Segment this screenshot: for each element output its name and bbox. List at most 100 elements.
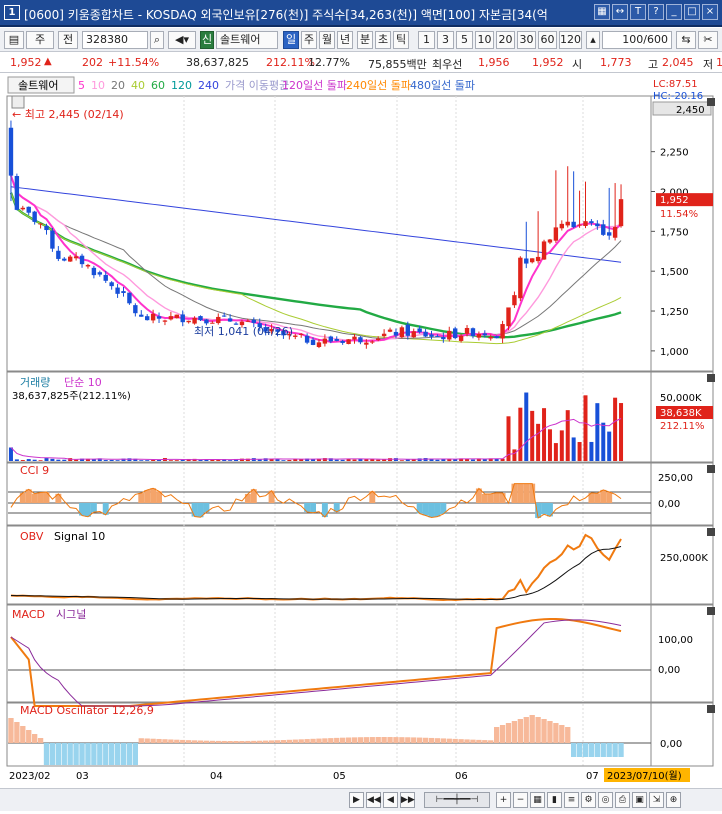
volume-bar <box>109 459 114 461</box>
period-tick[interactable]: 틱 <box>393 31 409 49</box>
interval-20[interactable]: 20 <box>496 31 515 49</box>
order-icon[interactable]: ◎ <box>598 792 613 808</box>
legend-ma-item: 480일선 돌파 <box>410 78 475 92</box>
candle-body <box>441 337 446 340</box>
legend-ma-item: 120일선 돌파 <box>282 78 347 92</box>
current-price: 1,952 <box>10 56 42 69</box>
volume-bar <box>607 431 612 461</box>
high-label: 고 <box>648 58 659 71</box>
link-icon[interactable]: ↔ <box>612 4 628 20</box>
settings-icon[interactable]: ⚙ <box>581 792 596 808</box>
volume-bar <box>340 459 345 461</box>
candle-body <box>97 272 103 275</box>
search-icon[interactable]: ⌕ <box>150 31 164 49</box>
volume-bar <box>38 460 43 461</box>
prev-button[interactable]: 전 <box>58 31 78 49</box>
interval-10[interactable]: 10 <box>475 31 494 49</box>
grid-icon <box>11 95 25 109</box>
lock-icon[interactable]: ⊕ <box>666 792 681 808</box>
best-label: 최우선 <box>432 58 463 71</box>
bars-icon[interactable]: ▮ <box>547 792 562 808</box>
pin-icon[interactable]: T <box>630 4 646 20</box>
compare-icon[interactable]: ≡ <box>564 792 579 808</box>
period-second[interactable]: 초 <box>375 31 391 49</box>
volume-bar <box>198 459 203 461</box>
count-input[interactable]: 100/600 <box>602 31 672 49</box>
volume-bar <box>565 410 570 461</box>
stock-code-input[interactable]: 328380 <box>82 31 148 49</box>
price-tick-label: 2,250 <box>660 148 689 159</box>
grid-toggle-icon[interactable]: ▦ <box>530 792 545 808</box>
zoom-in-icon[interactable]: + <box>496 792 511 808</box>
x-axis-label: 2023/02 <box>9 771 51 782</box>
candle-body <box>482 333 488 336</box>
save-icon[interactable]: ▣ <box>632 792 647 808</box>
play-icon[interactable]: ▶ <box>349 792 364 808</box>
zoom-out-icon[interactable]: − <box>513 792 528 808</box>
interval-60[interactable]: 60 <box>538 31 557 49</box>
vol-cur-pct: 212.11% <box>660 421 705 432</box>
candle-body <box>411 331 416 338</box>
interval-30[interactable]: 30 <box>517 31 536 49</box>
chart-svg[interactable]: LC:87.51HC:-20.162,4502,2502,0001,7501,5… <box>0 74 722 811</box>
close-icon[interactable]: × <box>702 4 718 20</box>
vol-title: 거래량 <box>20 376 50 389</box>
type-select[interactable]: 주 <box>26 31 54 49</box>
price-axis-hc: HC:-20.16 <box>653 91 703 102</box>
candle-body <box>115 287 120 294</box>
grid-icon[interactable]: ▦ <box>594 4 610 20</box>
volume-bar <box>293 459 298 461</box>
candle-body <box>304 335 310 343</box>
period-minute[interactable]: 분 <box>357 31 373 49</box>
candle-body <box>488 336 493 339</box>
period-month[interactable]: 월 <box>319 31 335 49</box>
arrange-icon[interactable]: ⇆ <box>676 31 696 49</box>
period-day[interactable]: 일 <box>283 31 299 49</box>
volume-bar <box>281 460 286 461</box>
tools-icon[interactable]: ✂ <box>698 31 718 49</box>
interval-1[interactable]: 1 <box>418 31 435 49</box>
volume-bar <box>44 458 49 461</box>
candle-body <box>26 206 31 213</box>
interval-5[interactable]: 5 <box>456 31 473 49</box>
candle-body <box>589 221 594 224</box>
volume-bar <box>56 459 61 461</box>
stepper-icon[interactable]: ▴ <box>586 31 600 49</box>
volume-bar <box>74 459 79 461</box>
period-week[interactable]: 주 <box>301 31 317 49</box>
candle-body <box>56 250 61 259</box>
volume-bar <box>228 460 233 461</box>
sound-icon[interactable]: ◀▾ <box>168 31 196 49</box>
candle-body <box>435 336 440 338</box>
candle-body <box>405 324 411 336</box>
chart-area[interactable]: LC:87.51 HC:-20.16 2,450 2,250 2,000 1,750 1,5… <box>0 74 722 811</box>
period-year[interactable]: 년 <box>337 31 353 49</box>
zoom-slider[interactable]: ⊢━━┿━━⊣ <box>424 792 490 808</box>
playback-bar: ▶ ◀◀ ◀ ▶▶ ⊢━━┿━━⊣ + − ▦ ▮ ≡ ⚙ ◎ ⎙ ▣ ⇲ ⊕ <box>0 788 722 811</box>
interval-120[interactable]: 120 <box>559 31 582 49</box>
legend-ma-item: 10 <box>91 79 105 92</box>
forward-icon[interactable]: ▶▶ <box>400 792 415 808</box>
volume-bar <box>512 449 517 461</box>
candle-body <box>381 333 387 337</box>
volume-bar <box>364 459 369 461</box>
volume-bar <box>168 460 173 461</box>
interval-3[interactable]: 3 <box>437 31 454 49</box>
high-annotation: ← 최고 2,445 (02/14) <box>12 108 124 121</box>
chart-settings-icon[interactable]: ▤ <box>4 31 24 49</box>
rewind-icon[interactable]: ◀◀ <box>366 792 381 808</box>
candle-body <box>518 257 523 299</box>
candle-body <box>32 211 37 222</box>
help-icon[interactable]: ? <box>648 4 664 20</box>
export-icon[interactable]: ⇲ <box>649 792 664 808</box>
print-icon[interactable]: ⎙ <box>615 792 630 808</box>
volume-bar <box>62 459 67 461</box>
maximize-icon[interactable]: □ <box>684 4 700 20</box>
minimize-icon[interactable]: _ <box>666 4 682 20</box>
price-tick-label: 1,250 <box>660 307 689 318</box>
change-percent: +11.54% <box>108 56 160 69</box>
osc-title: MACD Oscillator 12,26,9 <box>20 704 154 717</box>
volume-bar <box>139 460 144 461</box>
obv-sub: Signal 10 <box>54 530 105 543</box>
back-icon[interactable]: ◀ <box>383 792 398 808</box>
